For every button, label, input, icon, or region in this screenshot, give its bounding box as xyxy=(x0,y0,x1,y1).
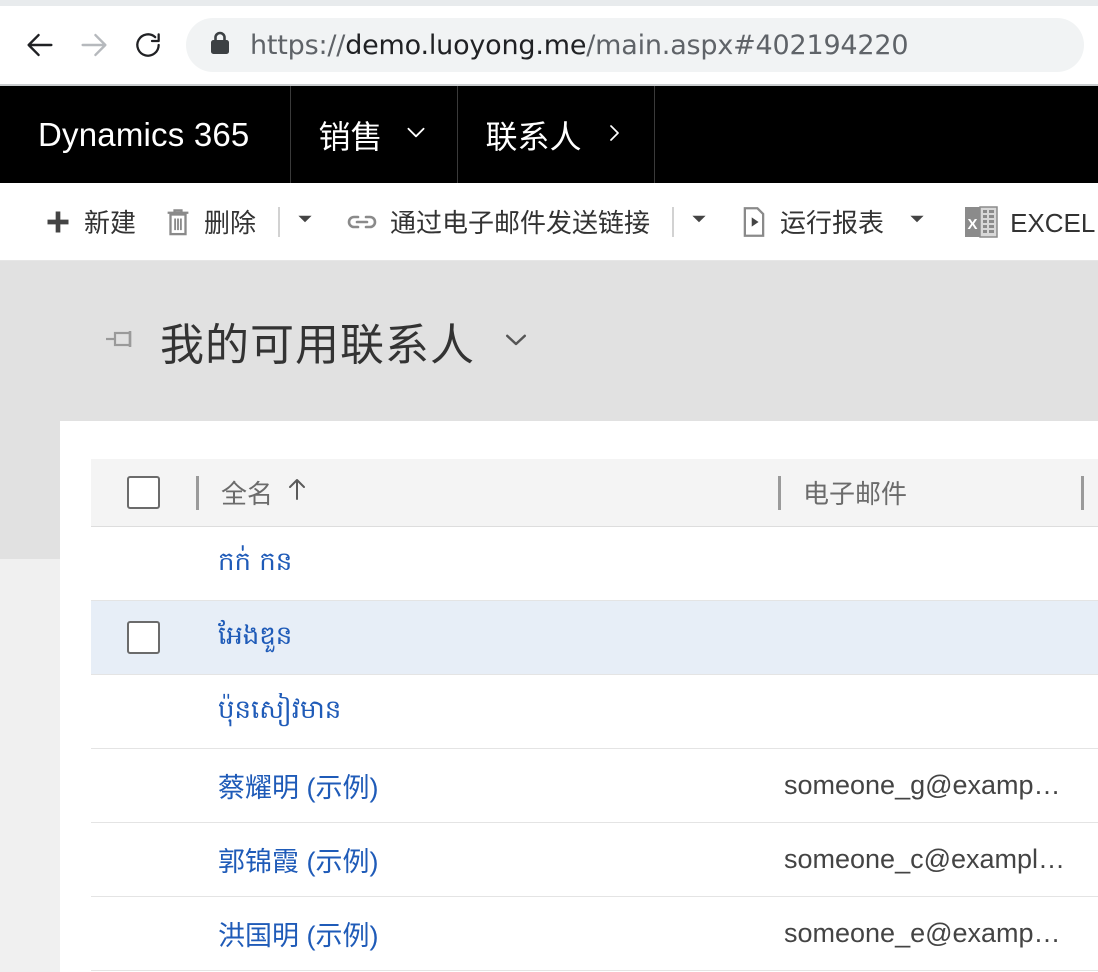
reload-icon xyxy=(132,29,164,61)
page-body: 我的可用联系人 全名 电子邮件 កក់ កន អែងឌួន ប៉ុនសៀវមាន… xyxy=(0,261,1098,972)
forward-button[interactable] xyxy=(68,19,120,71)
run-report-label: 运行报表 xyxy=(780,208,885,238)
excel-icon: X xyxy=(964,204,998,240)
plus-icon xyxy=(44,208,72,236)
send-link-split-dropdown[interactable] xyxy=(664,183,726,260)
lock-icon xyxy=(208,29,232,62)
url-scheme: https:// xyxy=(250,29,346,61)
row-checkbox-cell[interactable] xyxy=(91,527,196,600)
row-checkbox-cell[interactable] xyxy=(91,897,196,970)
reload-button[interactable] xyxy=(122,19,174,71)
content-panel: 全名 电子邮件 កក់ កន អែងឌួន ប៉ុនសៀវមាន 蔡耀明 (示例… xyxy=(60,421,1098,972)
pin-icon[interactable] xyxy=(102,324,138,359)
address-bar-text: https://demo.luoyong.me/main.aspx#402194… xyxy=(250,30,908,61)
table-row[interactable]: ប៉ុនសៀវមាន xyxy=(91,675,1098,749)
arrow-left-icon xyxy=(23,28,57,62)
column-header-text: 全名 xyxy=(221,480,274,509)
column-header-email-label: 电子邮件 xyxy=(803,480,908,509)
delete-split-dropdown[interactable] xyxy=(270,183,332,260)
delete-button-label: 删除 xyxy=(204,208,257,238)
chevron-down-icon xyxy=(403,116,429,153)
checkbox-icon[interactable] xyxy=(127,621,160,654)
cell-email: someone_e@examp… xyxy=(784,918,1061,948)
module-label: 销售 xyxy=(318,118,383,155)
row-checkbox-cell[interactable] xyxy=(91,749,196,822)
delete-button[interactable]: 删除 xyxy=(150,183,270,260)
chevron-down-icon xyxy=(688,208,710,235)
browser-toolbar: https://demo.luoyong.me/main.aspx#402194… xyxy=(0,6,1098,84)
breadcrumb-entity-contacts[interactable]: 联系人 xyxy=(458,86,655,183)
column-header-fullname-label: 全名 xyxy=(199,474,309,511)
select-all-cell[interactable] xyxy=(91,459,196,526)
cell-fullname[interactable]: 郭锦霞 (示例) xyxy=(196,840,778,879)
command-bar: 新建 删除 通过电子邮件发送链接 运行报表 X EXCEL xyxy=(0,183,1098,260)
url-host: demo.luoyong.me xyxy=(345,29,587,61)
table-row[interactable]: 蔡耀明 (示例) someone_g@examp… xyxy=(91,749,1098,823)
command-separator xyxy=(278,206,281,237)
cell-fullname[interactable]: អែងឌួន xyxy=(196,619,778,657)
send-link-by-email-button[interactable]: 通过电子邮件发送链接 xyxy=(332,183,664,260)
column-header-fullname[interactable]: 全名 xyxy=(196,459,778,526)
row-checkbox-cell[interactable] xyxy=(91,823,196,896)
new-button[interactable]: 新建 xyxy=(30,183,150,260)
address-bar[interactable]: https://demo.luoyong.me/main.aspx#402194… xyxy=(186,18,1084,72)
view-header: 我的可用联系人 xyxy=(60,261,1098,421)
send-link-by-email-label: 通过电子邮件发送链接 xyxy=(390,208,651,238)
run-report-button[interactable]: 运行报表 xyxy=(726,183,942,260)
arrow-up-icon xyxy=(285,476,309,509)
back-button[interactable] xyxy=(14,19,66,71)
row-checkbox-cell[interactable] xyxy=(91,601,196,674)
link-icon xyxy=(346,209,378,235)
cell-email: someone_c@exampl… xyxy=(784,844,1066,874)
cell-fullname[interactable]: 蔡耀明 (示例) xyxy=(196,766,778,805)
entity-label: 联系人 xyxy=(485,118,582,155)
cell-email: someone_g@examp… xyxy=(784,770,1061,800)
report-icon xyxy=(740,206,768,238)
table-row[interactable]: អែងឌួន xyxy=(91,601,1098,675)
excel-templates-button[interactable]: X EXCEL 模板 xyxy=(942,183,1098,260)
svg-text:X: X xyxy=(968,216,978,233)
trash-icon xyxy=(164,207,192,237)
excel-templates-label: EXCEL 模板 xyxy=(1010,208,1098,238)
new-button-label: 新建 xyxy=(84,208,137,238)
cell-fullname[interactable]: កក់ កន xyxy=(196,545,778,583)
chevron-down-icon xyxy=(294,208,316,235)
cell-fullname[interactable]: ប៉ុនសៀវមាន xyxy=(196,693,778,731)
app-brand[interactable]: Dynamics 365 xyxy=(0,86,291,183)
checkbox-icon[interactable] xyxy=(127,476,160,509)
chevron-down-icon[interactable] xyxy=(906,206,928,237)
table-row[interactable]: 郭锦霞 (示例) someone_c@exampl… xyxy=(91,823,1098,897)
command-separator xyxy=(672,206,675,237)
chevron-right-icon xyxy=(602,116,626,153)
cell-fullname[interactable]: 洪国明 (示例) xyxy=(196,914,778,953)
app-navigation-bar: Dynamics 365 销售 联系人 xyxy=(0,86,1098,183)
left-rail-lower xyxy=(0,559,60,972)
row-checkbox-cell[interactable] xyxy=(91,675,196,748)
grid-header-row: 全名 电子邮件 xyxy=(91,459,1098,527)
chevron-down-icon[interactable] xyxy=(501,324,531,359)
column-header-email[interactable]: 电子邮件 xyxy=(778,459,1098,526)
arrow-right-icon xyxy=(77,28,111,62)
table-row[interactable]: 洪国明 (示例) someone_e@examp… xyxy=(91,897,1098,971)
page-title: 我的可用联系人 xyxy=(160,321,475,370)
contacts-grid: 全名 电子邮件 កក់ កន អែងឌួន ប៉ុនសៀវមាន 蔡耀明 (示例… xyxy=(91,459,1098,972)
url-path: /main.aspx#402194220 xyxy=(586,29,909,61)
module-selector-sales[interactable]: 销售 xyxy=(291,86,458,183)
left-rail-upper xyxy=(0,261,60,559)
table-row[interactable]: កក់ កន xyxy=(91,527,1098,601)
column-resize-handle[interactable] xyxy=(1081,475,1084,510)
